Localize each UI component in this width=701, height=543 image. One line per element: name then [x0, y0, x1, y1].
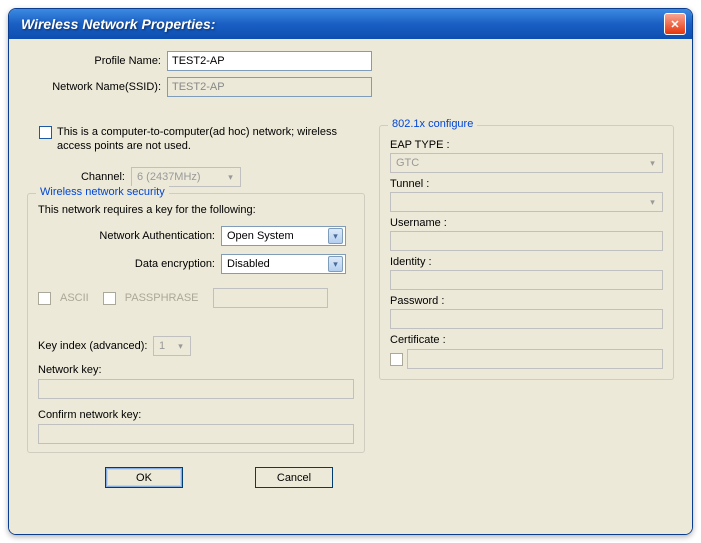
- chevron-down-icon: ▾: [173, 338, 188, 354]
- key-index-label: Key index (advanced):: [38, 340, 153, 352]
- close-button[interactable]: ✕: [664, 13, 686, 35]
- titlebar: Wireless Network Properties: ✕: [9, 9, 692, 39]
- passphrase-label: PASSPHRASE: [125, 292, 199, 304]
- certificate-input: [407, 349, 663, 369]
- profile-name-label: Profile Name:: [27, 55, 167, 67]
- password-label: Password :: [390, 295, 663, 307]
- net-auth-label: Network Authentication:: [38, 230, 221, 242]
- close-icon: ✕: [670, 18, 679, 31]
- passphrase-checkbox: [103, 292, 116, 305]
- chevron-down-icon: ▾: [328, 256, 343, 272]
- tunnel-label: Tunnel :: [390, 178, 663, 190]
- network-key-input: [38, 379, 354, 399]
- profile-name-input[interactable]: [167, 51, 372, 71]
- security-fieldset: Wireless network security This network r…: [27, 193, 365, 453]
- key-index-select: 1 ▾: [153, 336, 191, 356]
- chevron-down-icon: ▾: [328, 228, 343, 244]
- data-enc-select[interactable]: Disabled ▾: [221, 254, 346, 274]
- ascii-checkbox: [38, 292, 51, 305]
- certificate-checkbox: [390, 353, 403, 366]
- ok-button[interactable]: OK: [105, 467, 183, 488]
- eap-type-select: GTC ▾: [390, 153, 663, 173]
- security-intro-text: This network requires a key for the foll…: [38, 204, 354, 216]
- eap-type-label: EAP TYPE :: [390, 139, 663, 151]
- identity-input: [390, 270, 663, 290]
- data-enc-label: Data encryption:: [38, 258, 221, 270]
- chevron-down-icon: ▾: [645, 155, 660, 171]
- confirm-key-input: [38, 424, 354, 444]
- net-auth-select[interactable]: Open System ▾: [221, 226, 346, 246]
- channel-label: Channel:: [39, 171, 131, 183]
- cancel-button[interactable]: Cancel: [255, 467, 333, 488]
- username-label: Username :: [390, 217, 663, 229]
- dialog-body: Profile Name: Network Name(SSID): This i…: [9, 39, 692, 534]
- ssid-label: Network Name(SSID):: [27, 81, 167, 93]
- ssid-input: [167, 77, 372, 97]
- dialog-window: Wireless Network Properties: ✕ Profile N…: [8, 8, 693, 535]
- ascii-label: ASCII: [60, 292, 89, 304]
- identity-label: Identity :: [390, 256, 663, 268]
- adhoc-checkbox[interactable]: [39, 126, 52, 139]
- dot1x-legend: 802.1x configure: [388, 118, 477, 130]
- adhoc-label: This is a computer-to-computer(ad hoc) n…: [57, 125, 357, 153]
- chevron-down-icon: ▾: [645, 194, 660, 210]
- certificate-label: Certificate :: [390, 334, 663, 346]
- password-input: [390, 309, 663, 329]
- passphrase-input: [213, 288, 328, 308]
- confirm-key-label: Confirm network key:: [38, 409, 354, 421]
- tunnel-select: ▾: [390, 192, 663, 212]
- chevron-down-icon: ▾: [223, 169, 238, 185]
- security-legend: Wireless network security: [36, 186, 169, 198]
- network-key-label: Network key:: [38, 364, 354, 376]
- channel-select: 6 (2437MHz) ▾: [131, 167, 241, 187]
- dot1x-fieldset: 802.1x configure EAP TYPE : GTC ▾ Tunnel…: [379, 125, 674, 380]
- username-input: [390, 231, 663, 251]
- window-title: Wireless Network Properties:: [21, 16, 215, 32]
